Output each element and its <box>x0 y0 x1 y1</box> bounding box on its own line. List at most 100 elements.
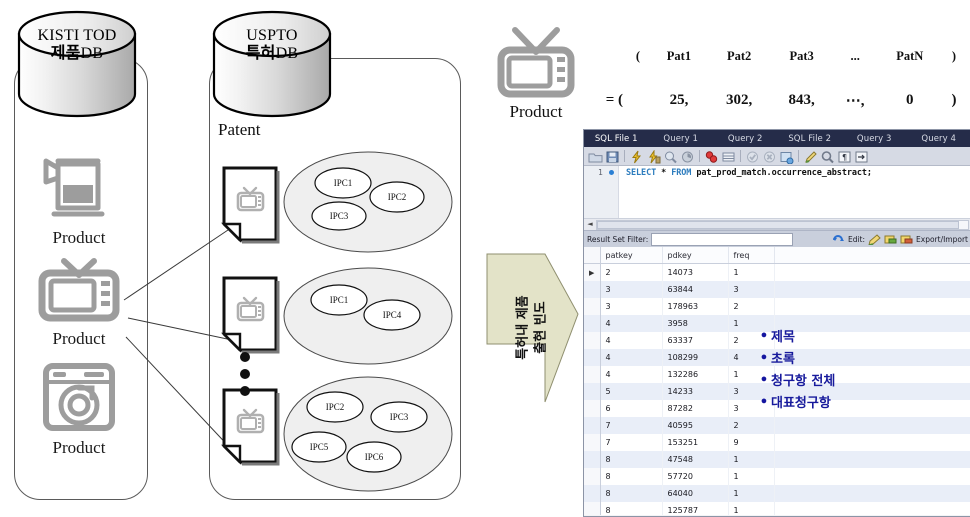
row-selector-cell[interactable] <box>584 366 600 383</box>
execute-current-statement-icon[interactable] <box>646 149 661 163</box>
breakpoint-dot-icon[interactable] <box>609 170 614 175</box>
table-row[interactable]: 8577201 <box>584 468 970 485</box>
cell-pdkey[interactable]: 47548 <box>662 451 728 468</box>
cell-patkey[interactable]: 4 <box>600 349 662 366</box>
cell-patkey[interactable]: 8 <box>600 502 662 515</box>
cell-freq[interactable]: 1 <box>728 502 774 515</box>
cell-freq[interactable]: 3 <box>728 281 774 298</box>
cell-pdkey[interactable]: 63844 <box>662 281 728 298</box>
autocommit-icon[interactable] <box>779 149 794 163</box>
cell-freq[interactable]: 1 <box>728 451 774 468</box>
table-row[interactable]: 71532519 <box>584 434 970 451</box>
table-row[interactable]: 7405952 <box>584 417 970 434</box>
table-row[interactable]: 3638443 <box>584 281 970 298</box>
cell-patkey[interactable]: 8 <box>600 451 662 468</box>
cell-freq[interactable]: 1 <box>728 468 774 485</box>
cell-patkey[interactable]: 5 <box>600 383 662 400</box>
row-selector-cell[interactable] <box>584 451 600 468</box>
row-selector-cell[interactable] <box>584 400 600 417</box>
row-selector-cell[interactable] <box>584 349 600 366</box>
table-row[interactable]: ▶2140731 <box>584 264 970 282</box>
find-magnifier-icon[interactable] <box>820 149 835 163</box>
toggle-results-icon[interactable] <box>704 149 719 163</box>
cell-patkey[interactable]: 7 <box>600 434 662 451</box>
table-row[interactable]: 8640401 <box>584 485 970 502</box>
cell-pdkey[interactable]: 40595 <box>662 417 728 434</box>
row-selector-cell[interactable]: ▶ <box>584 264 600 282</box>
cell-pdkey[interactable]: 153251 <box>662 434 728 451</box>
row-selector-cell[interactable] <box>584 332 600 349</box>
cell-pdkey[interactable]: 178963 <box>662 298 728 315</box>
row-selector-cell[interactable] <box>584 485 600 502</box>
table-row[interactable]: 81257871 <box>584 502 970 515</box>
tab-query-1[interactable]: Query 1 <box>649 134 714 144</box>
export-import-label[interactable]: Export/Import <box>916 235 968 244</box>
cell-pdkey[interactable]: 57720 <box>662 468 728 485</box>
cell-pdkey[interactable]: 63337 <box>662 332 728 349</box>
row-selector-cell[interactable] <box>584 468 600 485</box>
scroll-left-button[interactable]: ◄ <box>584 220 596 229</box>
cell-patkey[interactable]: 7 <box>600 417 662 434</box>
paragraph-icon[interactable]: ¶ <box>837 149 852 163</box>
row-selector-cell[interactable] <box>584 315 600 332</box>
save-icon[interactable] <box>605 149 620 163</box>
row-selector-cell[interactable] <box>584 281 600 298</box>
cell-patkey[interactable]: 2 <box>600 264 662 282</box>
toolbar-separator <box>740 150 741 162</box>
cell-patkey[interactable]: 4 <box>600 366 662 383</box>
cell-patkey[interactable]: 4 <box>600 332 662 349</box>
cell-pdkey[interactable]: 14233 <box>662 383 728 400</box>
refresh-icon[interactable] <box>832 230 845 249</box>
column-header-pdkey[interactable]: pdkey <box>662 247 728 264</box>
editor-horizontal-scrollbar[interactable]: ◄ <box>584 218 970 230</box>
row-selector-cell[interactable] <box>584 298 600 315</box>
table-row[interactable]: 8475481 <box>584 451 970 468</box>
column-header-freq[interactable]: freq <box>728 247 774 264</box>
cell-pdkey[interactable]: 64040 <box>662 485 728 502</box>
result-set-filter-input[interactable] <box>651 233 793 246</box>
stop-clock-icon[interactable] <box>680 149 695 163</box>
cell-pdkey[interactable]: 14073 <box>662 264 728 282</box>
tab-query-3[interactable]: Query 3 <box>842 134 907 144</box>
cell-patkey[interactable]: 4 <box>600 315 662 332</box>
beautify-brush-icon[interactable] <box>803 149 818 163</box>
cell-freq[interactable]: 1 <box>728 264 774 282</box>
cell-patkey[interactable]: 8 <box>600 468 662 485</box>
delete-row-icon[interactable] <box>900 230 913 249</box>
row-selector-cell[interactable] <box>584 383 600 400</box>
open-folder-icon[interactable] <box>588 149 603 163</box>
commit-check-icon[interactable] <box>745 149 760 163</box>
row-selector-cell[interactable] <box>584 502 600 515</box>
cell-pdkey[interactable]: 125787 <box>662 502 728 515</box>
sql-editor[interactable]: 1 SELECT * FROM pat_prod_match.occurrenc… <box>584 166 970 218</box>
cell-freq[interactable]: 2 <box>728 298 774 315</box>
cell-patkey[interactable]: 3 <box>600 281 662 298</box>
cell-pdkey[interactable]: 3958 <box>662 315 728 332</box>
rollback-cancel-icon[interactable] <box>762 149 777 163</box>
tab-indent-icon[interactable] <box>854 149 869 163</box>
row-selector-cell[interactable] <box>584 417 600 434</box>
execute-lightning-icon[interactable] <box>629 149 644 163</box>
cell-patkey[interactable]: 6 <box>600 400 662 417</box>
table-row[interactable]: 31789632 <box>584 298 970 315</box>
insert-row-icon[interactable] <box>884 230 897 249</box>
column-header-patkey[interactable]: patkey <box>600 247 662 264</box>
tab-sql-file-2[interactable]: SQL File 2 <box>778 134 843 144</box>
cell-freq[interactable]: 9 <box>728 434 774 451</box>
scrollbar-track[interactable] <box>596 220 969 230</box>
tab-query-4[interactable]: Query 4 <box>907 134 970 144</box>
cell-freq[interactable]: 2 <box>728 417 774 434</box>
cell-pdkey[interactable]: 108299 <box>662 349 728 366</box>
cell-freq[interactable]: 1 <box>728 485 774 502</box>
wrap-lines-icon[interactable] <box>721 149 736 163</box>
explain-magnifier-icon[interactable] <box>663 149 678 163</box>
cell-patkey[interactable]: 8 <box>600 485 662 502</box>
cell-pdkey[interactable]: 87282 <box>662 400 728 417</box>
edit-pencil-icon[interactable] <box>868 230 881 249</box>
tab-sql-file-1[interactable]: SQL File 1 <box>584 134 649 144</box>
tab-query-2[interactable]: Query 2 <box>713 134 778 144</box>
scrollbar-thumb[interactable] <box>597 221 959 229</box>
cell-pdkey[interactable]: 132286 <box>662 366 728 383</box>
row-selector-cell[interactable] <box>584 434 600 451</box>
cell-patkey[interactable]: 3 <box>600 298 662 315</box>
